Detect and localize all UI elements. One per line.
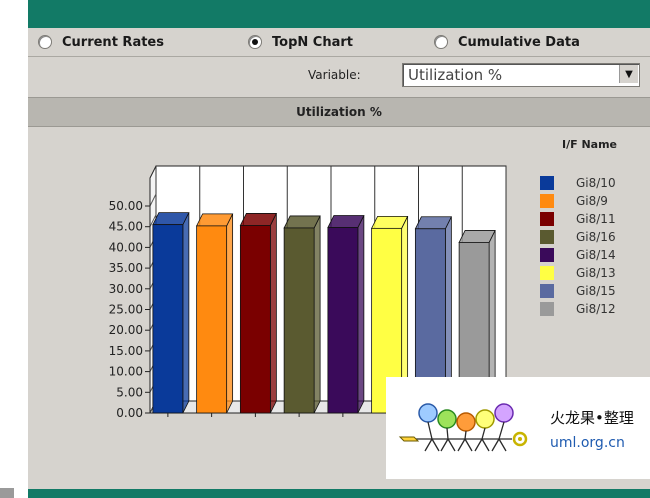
y-tick-label: 50.00 (109, 199, 143, 213)
legend-label: Gi8/12 (576, 302, 616, 316)
bar-side-Gi8/9 (226, 213, 234, 414)
legend-item: Gi8/9 (540, 192, 616, 210)
y-tick-label: 5.00 (116, 385, 143, 399)
legend-label: Gi8/9 (576, 194, 608, 208)
legend-item: Gi8/10 (540, 174, 616, 192)
variable-select-value: Utilization % (408, 66, 503, 84)
radio-cumulative-data-label: Cumulative Data (458, 34, 580, 50)
radio-topn-chart-label: TopN Chart (272, 34, 353, 50)
y-tick-label: 45.00 (109, 220, 143, 234)
legend-item: Gi8/15 (540, 282, 616, 300)
window-bottom-bar (28, 489, 650, 498)
bar-top-Gi8/10 (152, 212, 190, 226)
window-top-bar (28, 0, 650, 28)
legend-label: Gi8/10 (576, 176, 616, 190)
chart-legend: Gi8/10 Gi8/9 Gi8/11 Gi8/16 Gi8/14 Gi8/13 Gi8/1… (540, 174, 616, 318)
radio-current-rates[interactable]: Current Rates (38, 33, 164, 51)
bar-top-Gi8/16 (283, 215, 321, 229)
y-tick-label: 35.00 (109, 261, 143, 275)
chart-panel-title: Utilization % (28, 97, 650, 127)
legend-swatch (540, 302, 554, 316)
bar-top-Gi8/9 (195, 213, 234, 227)
legend-swatch (540, 176, 554, 190)
legend-swatch (540, 266, 554, 280)
variable-label: Variable: (308, 68, 361, 82)
bar-top-Gi8/14 (327, 215, 365, 228)
bar-Gi8/9 (196, 225, 228, 414)
legend-swatch (540, 248, 554, 262)
legend-swatch (540, 230, 554, 244)
people-logo-icon (398, 403, 528, 452)
y-tick-label: 40.00 (109, 240, 143, 254)
legend-label: Gi8/14 (576, 248, 616, 262)
bar-Gi8/16 (283, 227, 315, 414)
bar-Gi8/11 (239, 225, 271, 414)
legend-label: Gi8/16 (576, 230, 616, 244)
radio-button-icon (434, 35, 448, 49)
watermark-url: uml.org.cn (550, 435, 625, 451)
bar-side-Gi8/16 (313, 215, 321, 414)
window-left-margin (14, 0, 28, 498)
view-mode-radio-group: Current Rates TopN Chart Cumulative Data (28, 28, 650, 57)
bar-Gi8/14 (327, 227, 359, 414)
legend-label: Gi8/15 (576, 284, 616, 298)
legend-swatch (540, 194, 554, 208)
radio-topn-chart[interactable]: TopN Chart (248, 33, 353, 51)
bar-top-Gi8/15 (414, 216, 453, 230)
variable-row: Variable: Utilization % ▼ (28, 57, 650, 95)
legend-item: Gi8/13 (540, 264, 616, 282)
legend-item: Gi8/16 (540, 228, 616, 246)
bar-side-Gi8/11 (269, 213, 277, 414)
y-tick-label: 10.00 (109, 365, 143, 379)
legend-swatch (540, 212, 554, 226)
bar-side-Gi8/10 (182, 212, 190, 414)
legend-item: Gi8/14 (540, 246, 616, 264)
bar-Gi8/10 (152, 224, 184, 414)
legend-item: Gi8/12 (540, 300, 616, 318)
legend-swatch (540, 284, 554, 298)
watermark-logo: 火龙果•整理 uml.org.cn (386, 377, 650, 479)
radio-current-rates-label: Current Rates (62, 34, 164, 50)
y-tick-label: 25.00 (109, 303, 143, 317)
window-corner (0, 488, 14, 498)
bar-top-Gi8/11 (239, 213, 278, 226)
legend-item: Gi8/11 (540, 210, 616, 228)
y-tick-label: 20.00 (109, 323, 143, 337)
watermark-chinese-text: 火龙果•整理 (550, 409, 634, 427)
y-tick-label: 0.00 (116, 406, 143, 420)
legend-label: Gi8/11 (576, 212, 616, 226)
variable-select[interactable]: Utilization % ▼ (402, 63, 640, 87)
bar-top-Gi8/12 (458, 230, 496, 243)
dropdown-arrow-icon[interactable]: ▼ (619, 65, 638, 83)
bar-top-Gi8/13 (370, 215, 409, 229)
y-tick-label: 30.00 (109, 282, 143, 296)
legend-label: Gi8/13 (576, 266, 616, 280)
legend-title: I/F Name (562, 138, 618, 151)
bar-side-Gi8/14 (357, 215, 365, 414)
radio-cumulative-data[interactable]: Cumulative Data (434, 33, 580, 51)
radio-button-selected-icon (248, 35, 262, 49)
radio-button-icon (38, 35, 52, 49)
y-tick-label: 15.00 (109, 344, 143, 358)
